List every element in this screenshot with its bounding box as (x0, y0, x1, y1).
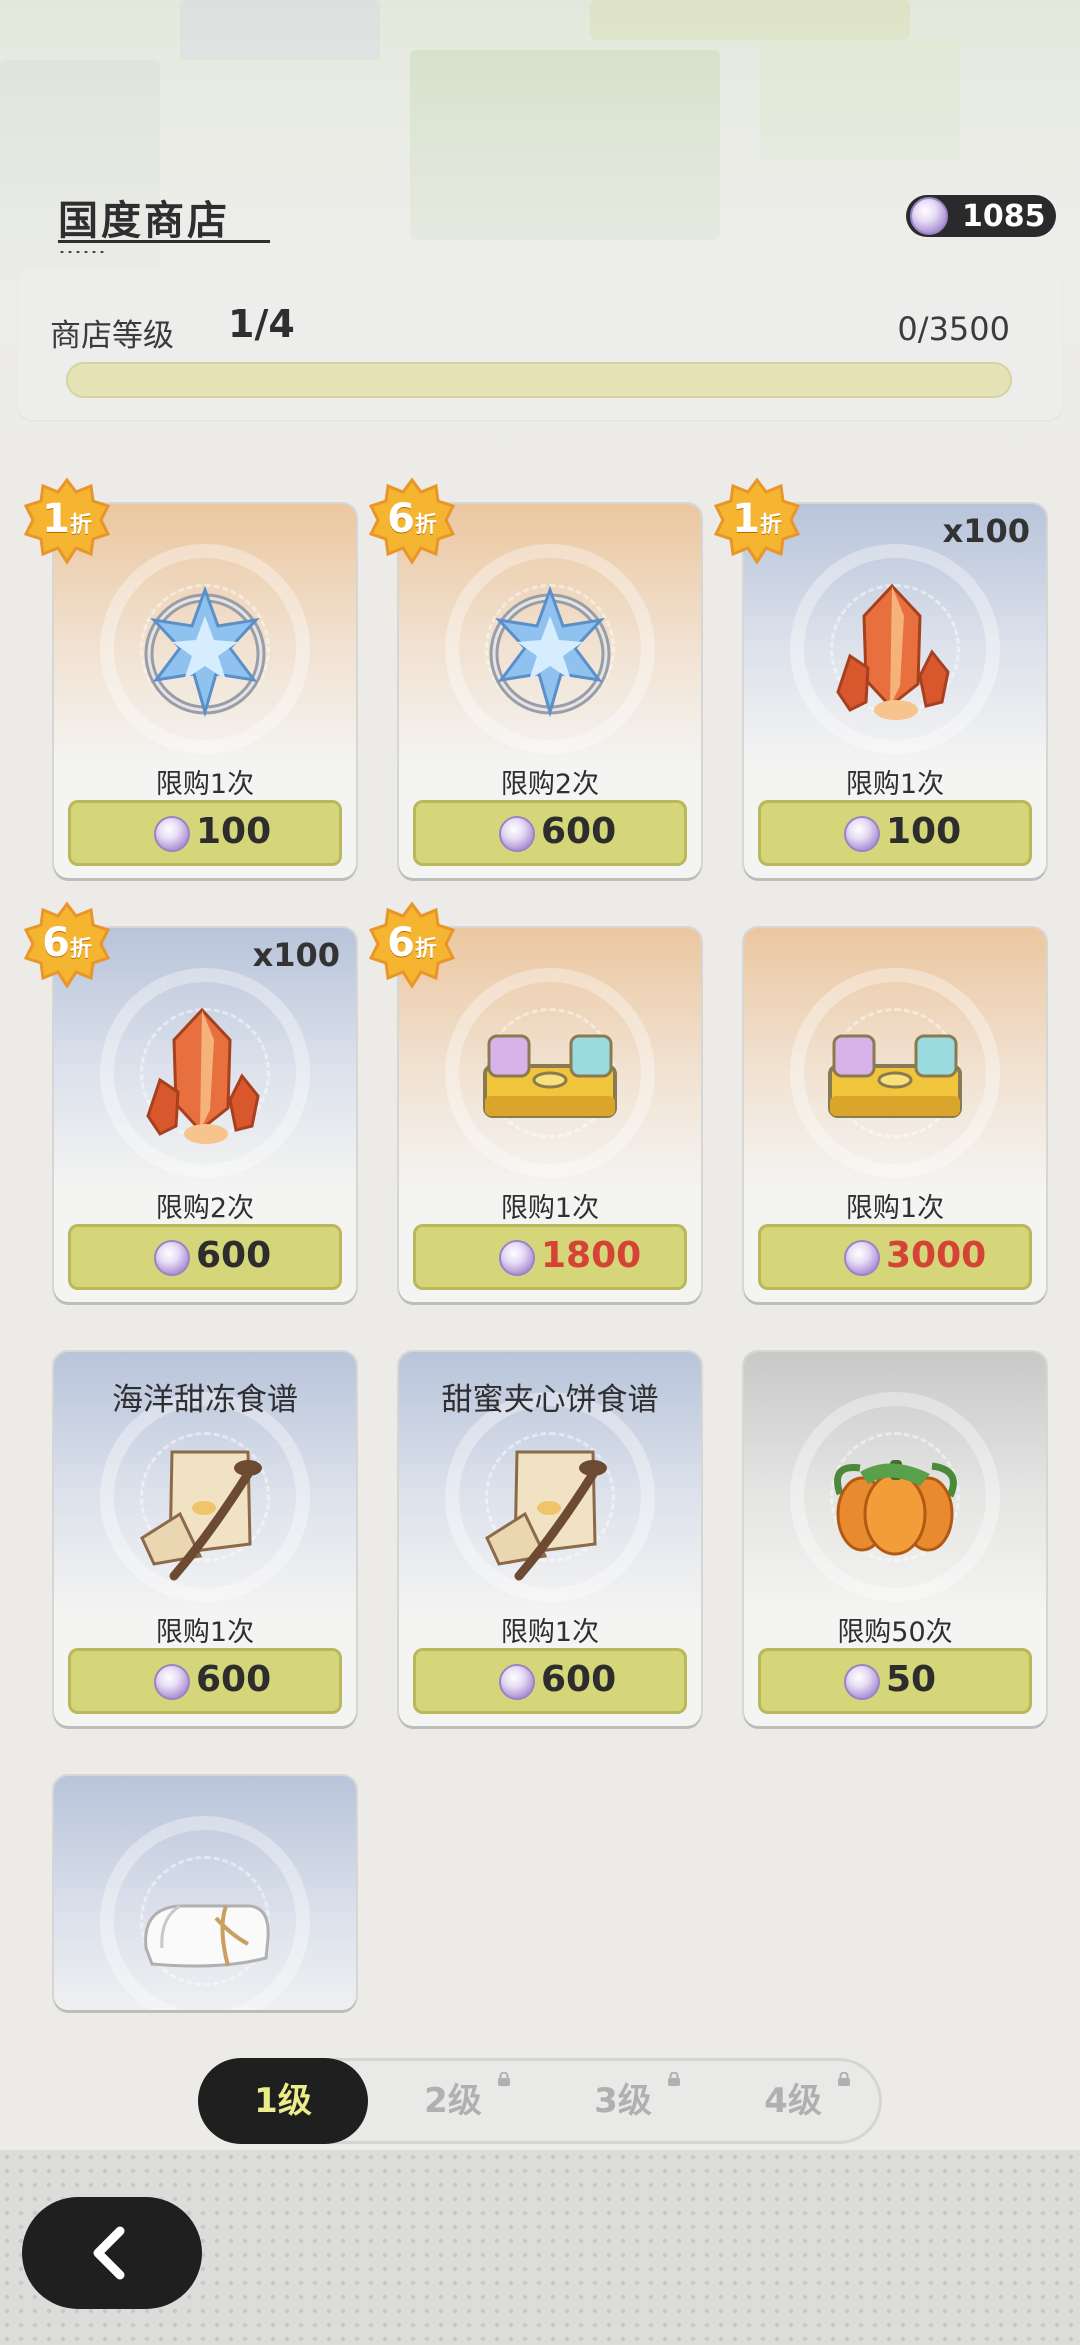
shop-item-card[interactable]: 海洋甜冻食谱 限购1次 600 (54, 1352, 356, 1726)
item-name: 海洋甜冻食谱 (112, 1382, 298, 1418)
page-title: 国度商店 (58, 198, 230, 244)
tab-label: 1级 (254, 2081, 312, 2121)
purchase-limit: 限购50次 (837, 1617, 953, 1648)
level-tabs: 1级 2级 3级 4级 (198, 2058, 882, 2144)
purple-coin-icon (154, 1240, 190, 1276)
discount-badge: 6折 (367, 900, 457, 990)
shop-item-card[interactable]: 限购50次 50 (744, 1352, 1046, 1726)
tab-level-4[interactable]: 4级 (708, 2058, 878, 2144)
level-progress-text: 0/3500 (897, 310, 1010, 348)
discount-text: 1折 (712, 496, 802, 542)
frozen-star-icon (130, 576, 280, 726)
tab-label: 2级 (424, 2081, 482, 2121)
title-dots (58, 250, 106, 254)
purple-coin-icon (499, 816, 535, 852)
item-price: 1800 (541, 1235, 642, 1276)
shop-level-label: 商店等级 (50, 318, 174, 354)
purchase-limit: 限购1次 (155, 769, 255, 800)
discount-text: 1折 (22, 496, 112, 542)
shop-item-card[interactable]: 甜蜜夹心饼食谱 限购1次 600 (399, 1352, 701, 1726)
item-price: 600 (541, 1659, 617, 1700)
block-platform-icon (475, 1000, 625, 1150)
buy-button[interactable]: 1800 (413, 1224, 687, 1290)
buy-button[interactable]: 600 (413, 1648, 687, 1714)
purple-coin-icon (499, 1664, 535, 1700)
pumpkin-icon (820, 1424, 970, 1574)
discount-value: 6 (387, 496, 415, 542)
discount-text: 6折 (367, 496, 457, 542)
back-button[interactable] (22, 2197, 202, 2309)
tab-level-2[interactable]: 2级 (368, 2058, 538, 2144)
discount-value: 1 (42, 496, 70, 542)
purple-coin-icon (844, 816, 880, 852)
discount-unit: 折 (759, 513, 782, 538)
discount-badge: 1折 (712, 476, 802, 566)
item-quantity: x100 (942, 512, 1030, 550)
discount-unit: 折 (69, 513, 92, 538)
currency-value: 1085 (962, 199, 1046, 234)
item-quantity: x100 (252, 936, 340, 974)
discount-value: 6 (387, 920, 415, 966)
title-underline (58, 240, 270, 243)
purple-coin-icon (844, 1664, 880, 1700)
level-progress-bar (66, 362, 1012, 398)
amber-crystal-icon (820, 576, 970, 726)
discount-badge: 6折 (367, 476, 457, 566)
discount-unit: 折 (69, 937, 92, 962)
tab-label: 4级 (764, 2081, 822, 2121)
discount-value: 1 (732, 496, 760, 542)
item-price: 100 (196, 811, 272, 852)
item-price: 100 (886, 811, 962, 852)
purple-coin-icon (499, 1240, 535, 1276)
purchase-limit: 限购1次 (500, 1617, 600, 1648)
frozen-star-icon (475, 576, 625, 726)
purple-coin-icon (910, 197, 948, 235)
lock-icon (498, 2072, 510, 2086)
currency-display[interactable]: 1085 (906, 195, 1056, 237)
lock-icon (668, 2072, 680, 2086)
back-arrow-icon (93, 2226, 125, 2280)
purchase-limit: 限购1次 (155, 1617, 255, 1648)
purchase-limit: 限购2次 (155, 1193, 255, 1224)
purple-coin-icon (154, 1664, 190, 1700)
buy-button[interactable]: 3000 (758, 1224, 1032, 1290)
purple-coin-icon (844, 1240, 880, 1276)
discount-value: 6 (42, 920, 70, 966)
buy-button[interactable]: 600 (413, 800, 687, 866)
purchase-limit: 限购1次 (845, 769, 945, 800)
discount-badge: 1折 (22, 476, 112, 566)
item-name: 甜蜜夹心饼食谱 (441, 1382, 659, 1418)
recipe-scroll-icon (475, 1434, 625, 1584)
discount-unit: 折 (414, 937, 437, 962)
buy-button[interactable]: 50 (758, 1648, 1032, 1714)
amber-crystal-icon (130, 1000, 280, 1150)
item-price: 600 (541, 811, 617, 852)
purchase-limit: 限购2次 (500, 769, 600, 800)
discount-badge: 6折 (22, 900, 112, 990)
block-platform-icon (820, 1000, 970, 1150)
purple-coin-icon (154, 816, 190, 852)
tab-level-1[interactable]: 1级 (198, 2058, 368, 2144)
shop-level-value: 1/4 (228, 302, 295, 346)
discount-unit: 折 (414, 513, 437, 538)
lock-icon (838, 2072, 850, 2086)
discount-text: 6折 (367, 920, 457, 966)
towel-icon (130, 1848, 280, 1998)
item-price: 600 (196, 1659, 272, 1700)
shop-item-card[interactable]: 限购1次 3000 (744, 928, 1046, 1302)
recipe-scroll-icon (130, 1434, 280, 1584)
tab-level-3[interactable]: 3级 (538, 2058, 708, 2144)
item-price: 600 (196, 1235, 272, 1276)
shop-item-card[interactable] (54, 1776, 356, 2010)
tab-label: 3级 (594, 2081, 652, 2121)
buy-button[interactable]: 100 (758, 800, 1032, 866)
item-price: 3000 (886, 1235, 987, 1276)
purchase-limit: 限购1次 (845, 1193, 945, 1224)
buy-button[interactable]: 100 (68, 800, 342, 866)
discount-text: 6折 (22, 920, 112, 966)
item-price: 50 (886, 1659, 937, 1700)
purchase-limit: 限购1次 (500, 1193, 600, 1224)
buy-button[interactable]: 600 (68, 1224, 342, 1290)
buy-button[interactable]: 600 (68, 1648, 342, 1714)
